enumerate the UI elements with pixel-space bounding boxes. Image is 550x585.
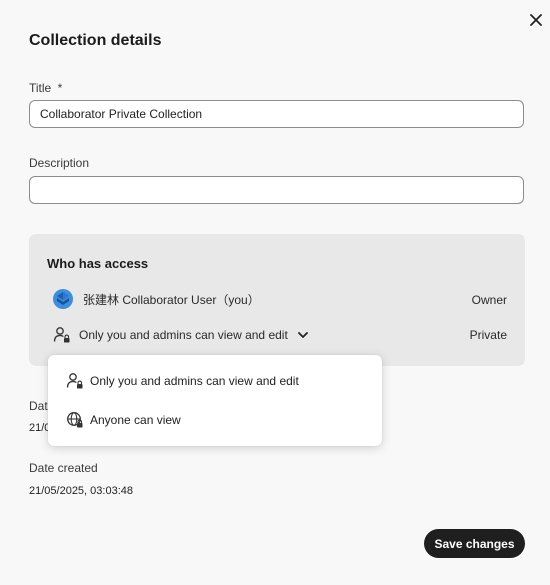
access-heading: Who has access bbox=[47, 256, 149, 271]
title-label-text: Title bbox=[29, 81, 52, 95]
title-input[interactable] bbox=[29, 100, 524, 128]
option-private-label: Only you and admins can view and edit bbox=[90, 374, 299, 388]
permission-row: Only you and admins can view and edit Pr… bbox=[47, 326, 507, 346]
save-changes-button[interactable]: Save changes bbox=[424, 529, 525, 558]
access-panel: Who has access 张建林 Collaborator User（you… bbox=[29, 234, 525, 366]
chevron-down-icon bbox=[297, 332, 308, 338]
visibility-value: Private bbox=[469, 328, 507, 342]
owner-row: 张建林 Collaborator User（you） Owner bbox=[47, 288, 507, 310]
permission-dropdown-trigger[interactable]: Only you and admins can view and edit bbox=[79, 326, 308, 344]
permission-dropdown-menu: Only you and admins can view and edit An… bbox=[48, 355, 382, 446]
date-created-value: 21/05/2025, 03:03:48 bbox=[29, 485, 133, 497]
owner-name: 张建林 Collaborator User（you） bbox=[83, 293, 260, 307]
collection-details-dialog: Collection details Title * Description W… bbox=[0, 0, 550, 585]
close-icon bbox=[530, 14, 542, 26]
dialog-title: Collection details bbox=[29, 32, 162, 49]
option-anyone[interactable]: Anyone can view bbox=[48, 404, 382, 436]
description-label: Description bbox=[29, 156, 90, 170]
title-label: Title * bbox=[29, 81, 62, 95]
globe-icon bbox=[67, 412, 83, 428]
person-lock-icon bbox=[66, 373, 83, 389]
permission-selected-label: Only you and admins can view and edit bbox=[79, 328, 288, 342]
date-created-label: Date created bbox=[29, 461, 98, 475]
user-avatar-icon bbox=[53, 289, 73, 309]
required-marker: * bbox=[57, 81, 63, 95]
person-lock-icon bbox=[53, 327, 70, 343]
option-anyone-label: Anyone can view bbox=[90, 413, 181, 427]
description-input[interactable] bbox=[29, 176, 524, 204]
close-button[interactable] bbox=[526, 10, 546, 30]
option-private[interactable]: Only you and admins can view and edit bbox=[48, 365, 382, 397]
owner-role: Owner bbox=[471, 293, 507, 307]
